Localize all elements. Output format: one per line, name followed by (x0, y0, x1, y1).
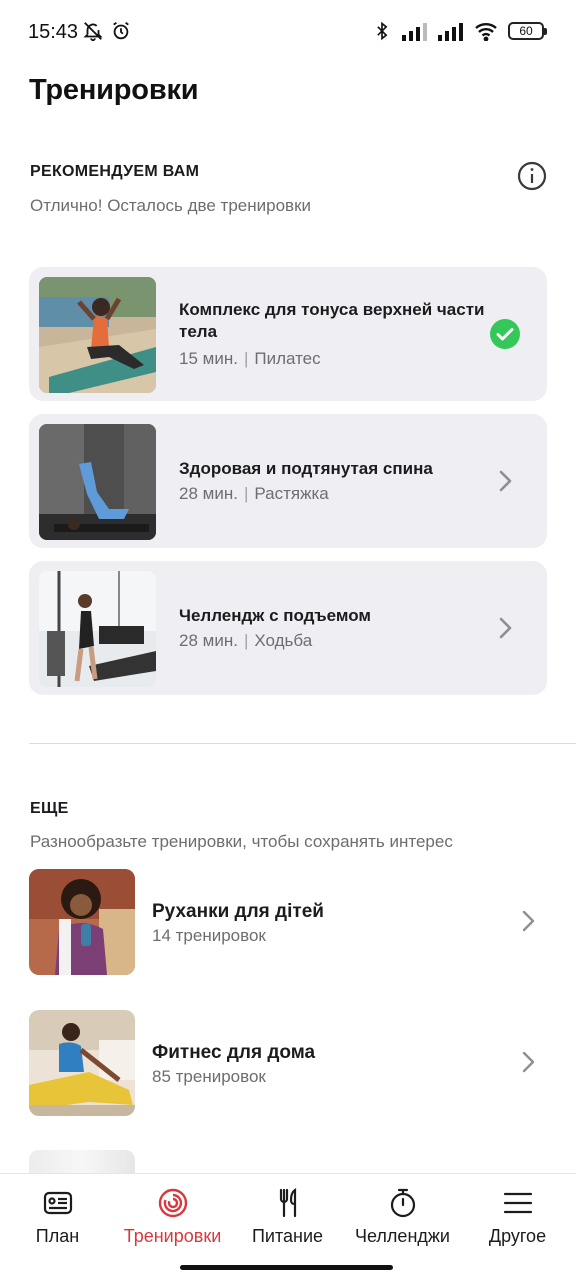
workout-thumbnail-pilates (39, 277, 156, 393)
workout-category: Растяжка (254, 484, 329, 503)
bluetooth-icon (377, 21, 388, 41)
home-indicator[interactable] (180, 1265, 393, 1270)
recommended-section-subtitle: Отлично! Осталось две тренировки (30, 196, 312, 215)
recommended-workout-card-2[interactable]: Здоровая и подтянутая спина 28 мин. | Раст… (29, 414, 547, 548)
chevron-right-icon (522, 1051, 535, 1073)
collection-row-2[interactable]: Фитнес для дома 85 тренировок (29, 1010, 547, 1116)
nav-label: Питание (251, 1226, 324, 1246)
nav-item-workouts[interactable]: Тренировки (115, 1186, 230, 1247)
collection-title: Руханки для дітей (152, 901, 324, 922)
workout-category: Ходьба (254, 631, 313, 650)
alarm-icon (113, 21, 129, 40)
nav-item-nutrition[interactable]: Питание (230, 1186, 345, 1247)
more-section-subtitle: Разнообразьте тренировки, чтобы сохранят… (30, 832, 453, 851)
recommended-section-title: РЕКОМЕНДУЕМ ВАМ (30, 163, 200, 180)
bell-off-icon (83, 22, 103, 42)
workout-duration: 15 мин. (179, 349, 238, 368)
page-title: Тренировки (29, 74, 199, 106)
workout-meta: 28 мин. | Ходьба (179, 631, 313, 650)
workout-duration: 28 мин. (179, 484, 238, 503)
collection-row-1[interactable]: Руханки для дітей 14 тренировок (29, 869, 547, 975)
info-icon[interactable] (516, 160, 548, 192)
nav-item-challenges[interactable]: Челленджи (345, 1186, 460, 1247)
recommended-workout-card-1[interactable]: Комплекс для тонуса верхней части тела 1… (29, 267, 547, 401)
workout-category: Пилатес (254, 349, 321, 368)
workout-title: Здоровая и подтянутая спина (179, 459, 433, 478)
workout-title: Комплекс для тонуса верхней части тела (179, 300, 485, 341)
collection-thumbnail-home-fitness (29, 1010, 135, 1116)
workout-meta: 15 мин. | Пилатес (179, 349, 321, 368)
more-section-title: ЕЩЕ (30, 800, 69, 817)
workout-duration: 28 мин. (179, 631, 238, 650)
menu-icon (503, 1192, 532, 1214)
recommended-workout-card-3[interactable]: Челлендж с подъемом 28 мин. | Ходьба (29, 561, 547, 695)
chevron-right-icon (499, 617, 512, 639)
workout-thumbnail-stretching (39, 424, 156, 540)
nav-label: Челленджи (355, 1226, 450, 1246)
nav-label: Тренировки (123, 1226, 222, 1246)
collection-thumbnail-kids (29, 869, 135, 975)
chevron-right-icon (522, 910, 535, 932)
fork-knife-icon (279, 1187, 296, 1218)
nav-item-plan[interactable]: План (0, 1186, 115, 1247)
bottom-navigation: План Тренировки Питание Челленджи Другое (0, 1173, 576, 1280)
nav-item-other[interactable]: Другое (460, 1186, 575, 1247)
signal-icon (402, 23, 427, 41)
battery-icon: 60 (508, 22, 547, 40)
wifi-icon (475, 23, 497, 41)
plan-card-icon (43, 1191, 72, 1215)
signal-icon (438, 23, 463, 41)
stopwatch-icon (390, 1188, 415, 1218)
status-time: 15:43 (28, 21, 79, 43)
workout-meta: 28 мин. | Растяжка (179, 484, 329, 503)
nav-label: Другое (488, 1226, 547, 1246)
chevron-right-icon (499, 470, 512, 492)
workout-thumbnail-walking (39, 571, 156, 687)
workouts-rings-icon (158, 1188, 187, 1218)
status-bar: 15:43 60 (0, 0, 576, 64)
section-divider (29, 743, 576, 744)
nav-label: План (35, 1226, 80, 1246)
collection-count: 14 тренировок (152, 926, 266, 945)
collection-count: 85 тренировок (152, 1067, 266, 1086)
workout-title: Челлендж с подъемом (179, 606, 371, 625)
check-circle-icon (490, 319, 520, 349)
collection-title: Фитнес для дома (152, 1042, 316, 1063)
